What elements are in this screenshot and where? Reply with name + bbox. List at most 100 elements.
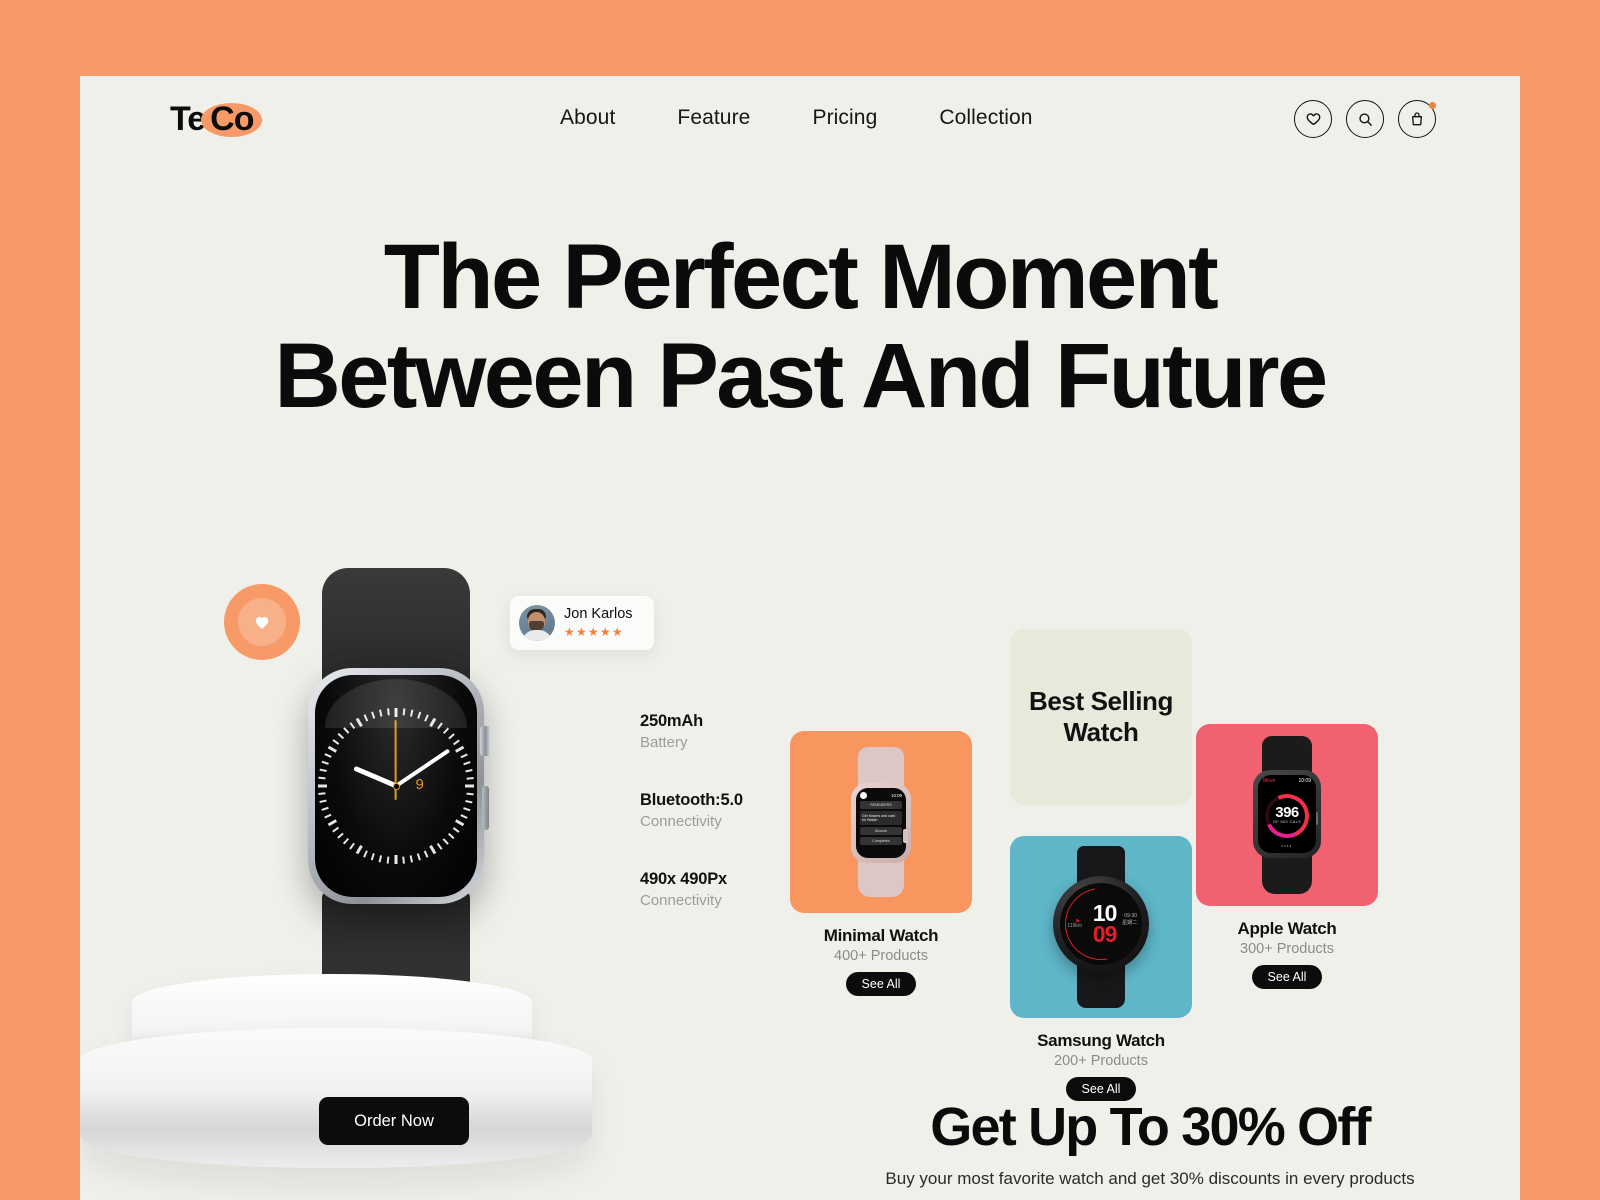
spec-item-resolution: 490x 490Px Connectivity [640,870,743,909]
screen-date-value: 09-30 [1124,912,1138,919]
nav-item-feature[interactable]: Feature [677,106,750,130]
order-now-button[interactable]: Order Now [319,1097,469,1145]
search-icon [1358,112,1372,126]
screen-weekday: 星期二 [1122,920,1138,927]
dial-tick [379,855,383,863]
dial-tick [343,838,350,845]
dial-tick [463,761,471,765]
watch-crown [903,829,908,843]
hero-line-1: The Perfect Moment [383,226,1219,328]
wishlist-button[interactable] [1294,100,1332,138]
dial-hub [392,782,400,790]
product-thumbnail: 10:09 REMINDERS Get flowers and card for… [790,731,972,913]
nav-item-pricing[interactable]: Pricing [812,106,877,130]
dial-tick [327,819,337,827]
watch-screen: Move 10:09 396 OF 600 CALS •••• [1258,775,1316,853]
dial-tick [442,727,449,734]
cart-button[interactable] [1398,100,1436,138]
product-count: 200+ Products [1054,1053,1148,1069]
dial-tick [363,714,368,722]
dial-tick [402,708,405,716]
spec-item-bluetooth: Bluetooth:5.0 Connectivity [640,791,743,830]
dial-tick [448,832,455,839]
hero-line-2: Between Past And Future [274,325,1328,428]
dial-tick [402,856,405,864]
see-all-button[interactable]: See All [845,972,917,996]
screen-page-dots: •••• [1281,843,1293,848]
dial-tick [321,761,329,765]
logo-text-secondary: Co [210,100,254,138]
bag-icon [1412,112,1422,126]
product-showcase: 9 Jon Karlos ★★★★★ 250mAh Battery Blueto… [80,476,780,1200]
dial-tick [319,799,327,803]
watch-case: 10:09 REMINDERS Get flowers and card for… [851,783,911,863]
dial-tick [324,814,332,819]
dial-tick [355,845,363,855]
product-card-grid: Best Selling Watch 10:09 REMINDERS Get f… [780,476,1520,1200]
minimal-watch-device: 10:09 REMINDERS Get flowers and card for… [842,747,920,897]
screen-message: Get flowers and card for Bekah [860,811,902,825]
dial-tick [318,792,326,795]
dial-tick [324,753,332,758]
dial-tick [319,769,327,773]
site-header: Te Co About Feature Pricing Collection [80,76,1520,170]
see-all-button[interactable]: See All [1251,965,1323,989]
spec-label: Connectivity [640,892,722,909]
hero-watch: 9 [276,568,516,1040]
dial-tick [409,855,413,863]
watch-crown [480,726,491,756]
reviewer-card: Jon Karlos ★★★★★ [510,596,654,650]
reviewer-info: Jon Karlos ★★★★★ [564,606,633,639]
screen-metric-goal: OF 600 CALS [1272,819,1302,824]
dial-tick [337,733,344,740]
spec-label: Battery [640,734,688,751]
dial-tick [349,842,355,850]
dial-tick [332,739,340,745]
dial-tick [460,814,468,819]
screen-time: 10:09 [891,793,902,798]
screen-metric-label: Move [1263,778,1276,784]
logo-badge: Co [201,100,263,139]
reviewer-name: Jon Karlos [564,606,633,623]
avatar-shoulders [522,630,552,641]
logo[interactable]: Te Co [170,100,263,139]
dial-tick [466,792,474,795]
product-card-minimal-watch[interactable]: 10:09 REMINDERS Get flowers and card for… [790,731,972,996]
screen-action-snooze: Snooze [860,826,902,835]
dial-tick [442,838,449,845]
dial-tick [455,819,465,827]
screen-action-completed: Completed [860,836,902,845]
dial-tick [455,745,465,753]
product-card-apple-watch[interactable]: Move 10:09 396 OF 600 CALS •••• Apple Wa… [1196,724,1378,989]
watch-case: 9 [308,668,491,904]
dial-tick [379,709,383,717]
dial-tick [332,827,340,833]
dial-tick [394,708,398,717]
product-title: Samsung Watch [1037,1031,1165,1050]
rating-stars: ★★★★★ [564,624,624,639]
dial-tick [327,745,337,753]
dial-tick [465,784,474,788]
spec-value: 490x 490Px [640,870,728,888]
product-card-samsung-watch[interactable]: ➤ 119km 10 09 09-30 星期二 Samsung Watch 20… [1010,836,1192,1101]
dial-tick [409,709,413,717]
nav-item-about[interactable]: About [560,106,615,130]
spec-value: 250mAh [640,712,703,730]
dial-tick [448,733,455,740]
dial-tick [424,850,429,858]
best-selling-card[interactable]: Best Selling Watch [1010,629,1192,805]
header-actions [1294,100,1436,138]
search-button[interactable] [1346,100,1384,138]
product-thumbnail: Move 10:09 396 OF 600 CALS •••• [1196,724,1378,906]
dial-tick [321,807,329,811]
heart-icon [255,616,269,629]
screen-time: 10:09 [1298,778,1311,784]
dial-tick [429,717,437,727]
dial-tick [429,845,437,855]
dial-tick [337,832,344,839]
watch-date: 9 [415,776,424,793]
nav-item-collection[interactable]: Collection [939,106,1032,130]
samsung-watch-device: ➤ 119km 10 09 09-30 星期二 [1053,846,1149,1008]
screen-distance: 119km [1067,923,1083,930]
dial-tick [437,842,443,850]
